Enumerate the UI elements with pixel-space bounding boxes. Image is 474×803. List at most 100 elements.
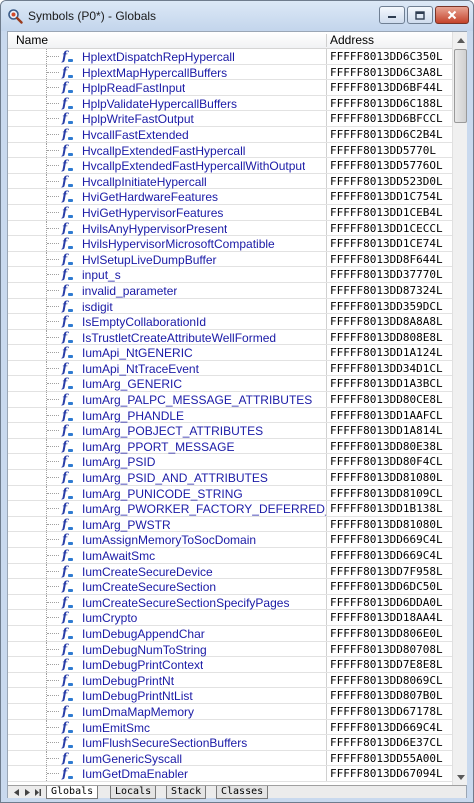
- tab-stack[interactable]: Stack: [166, 786, 207, 799]
- function-icon: f: [62, 282, 74, 297]
- column-divider[interactable]: [326, 34, 327, 47]
- table-row[interactable]: f IumApi_NtGENERIC FFFFF8013DD1A124L: [8, 345, 452, 361]
- tab-scroll-end[interactable]: [33, 787, 43, 798]
- table-row[interactable]: f IumAwaitSmc FFFFF8013DD669C4L: [8, 548, 452, 564]
- close-button[interactable]: [435, 6, 469, 24]
- table-row[interactable]: f IumGetDmaEnabler FFFFF8013DD67094L: [8, 766, 452, 782]
- tree-branch: [47, 539, 59, 541]
- table-row[interactable]: f IumCreateSecureSection FFFFF8013DD6DC50L: [8, 579, 452, 595]
- table-row[interactable]: f IumArg_PSID_AND_ATTRIBUTES FFFFF8013DD81…: [8, 470, 452, 486]
- tab-classes[interactable]: Classes: [216, 786, 269, 799]
- symbol-address: FFFFF8013DD8A8A8L: [330, 315, 443, 329]
- table-row[interactable]: f IumDebugAppendChar FFFFF8013DD806E0L: [8, 625, 452, 642]
- column-divider: [326, 220, 327, 236]
- scroll-up-arrow[interactable]: [453, 32, 468, 48]
- symbol-address: FFFFF8013DD1C754L: [330, 190, 443, 204]
- vertical-scrollbar[interactable]: [452, 32, 467, 785]
- table-row[interactable]: f IumArg_PSID FFFFF8013DD80F4CL: [8, 454, 452, 471]
- function-icon: f: [62, 501, 74, 516]
- tree-branch: [47, 118, 59, 120]
- function-icon: f: [62, 298, 74, 313]
- tree-branch: [47, 461, 59, 463]
- symbol-name: HviGetHardwareFeatures: [82, 190, 219, 205]
- title-bar[interactable]: Symbols (P0*) - Globals: [1, 1, 473, 31]
- table-row[interactable]: f IumArg_PUNICODE_STRING FFFFF8013DD8109CL: [8, 485, 452, 502]
- function-icon: f: [62, 407, 74, 422]
- table-row[interactable]: f IumArg_PHANDLE FFFFF8013DD1AAFCL: [8, 407, 452, 424]
- column-divider: [326, 173, 327, 189]
- symbol-name: IumArg_PWSTR: [82, 517, 171, 532]
- table-row[interactable]: f IumDebugPrintNt FFFFF8013DD8069CL: [8, 672, 452, 689]
- table-row[interactable]: f IumDebugPrintNtList FFFFF8013DD807B0L: [8, 688, 452, 704]
- tab-scroll-left[interactable]: [11, 787, 21, 798]
- table-row[interactable]: f IumFlushSecureSectionBuffers FFFFF8013DD…: [8, 735, 452, 751]
- table-row[interactable]: f HviGetHypervisorFeatures FFFFF8013DD1CEB…: [8, 204, 452, 221]
- table-row[interactable]: f isdigit FFFFF8013DD359DCL: [8, 298, 452, 315]
- table-row[interactable]: f HvilsAnyHypervisorPresent FFFFF8013DD1CE…: [8, 220, 452, 237]
- table-row[interactable]: f IumDebugPrintContext FFFFF8013DD7E8E8L: [8, 657, 452, 673]
- table-row[interactable]: f IumArg_PPORT_MESSAGE FFFFF8013DD80E38L: [8, 438, 452, 455]
- symbol-name: IumCreateSecureSection: [82, 580, 217, 595]
- table-row[interactable]: f IsEmptyCollaborationId FFFFF8013DD8A8A8L: [8, 314, 452, 330]
- table-row[interactable]: f IumDebugNumToString FFFFF8013DD80708L: [8, 641, 452, 658]
- table-row[interactable]: f IumArg_PALPC_MESSAGE_ATTRIBUTES FFFFF801…: [8, 392, 452, 408]
- tree-branch: [47, 289, 59, 291]
- table-row[interactable]: f IumCreateSecureDevice FFFFF8013DD7F958L: [8, 563, 452, 580]
- close-icon: [447, 10, 457, 20]
- table-row[interactable]: f IumArg_GENERIC FFFFF8013DD1A3BCL: [8, 376, 452, 393]
- column-header-address[interactable]: Address: [330, 33, 374, 47]
- tree-branch: [47, 211, 59, 213]
- table-row[interactable]: f IumApi_NtTraceEvent FFFFF8013DD34D1CL: [8, 360, 452, 377]
- tab-globals[interactable]: Globals: [46, 786, 99, 799]
- table-row[interactable]: f IumCrypto FFFFF8013DD18AA4L: [8, 610, 452, 626]
- table-row[interactable]: f HplpValidateHypercallBuffers FFFFF8013DD…: [8, 95, 452, 112]
- symbol-name: IumArg_PALPC_MESSAGE_ATTRIBUTES: [82, 393, 313, 408]
- tab-locals[interactable]: Locals: [110, 786, 157, 799]
- tree-branch: [47, 87, 59, 89]
- table-row[interactable]: f IumCreateSecureSectionSpecifyPages FFFFF…: [8, 594, 452, 611]
- table-row[interactable]: f HvcallpExtendedFastHypercallWithOutput F…: [8, 158, 452, 174]
- function-icon: f: [62, 236, 74, 251]
- function-icon: f: [62, 610, 74, 625]
- table-row[interactable]: f HvcallFastExtended FFFFF8013DD6C2B4L: [8, 126, 452, 143]
- table-row[interactable]: f IumAssignMemoryToSocDomain FFFFF8013DD66…: [8, 532, 452, 548]
- table-row[interactable]: f IumEmitSmc FFFFF8013DD669C4L: [8, 719, 452, 736]
- table-row[interactable]: f IumArg_POBJECT_ATTRIBUTES FFFFF8013DD1A8…: [8, 423, 452, 439]
- column-header-name[interactable]: Name: [16, 33, 48, 47]
- tree-branch: [47, 336, 59, 338]
- table-row[interactable]: f HvlSetupLiveDumpBuffer FFFFF8013DD8F644L: [8, 251, 452, 268]
- table-row[interactable]: f HplpWriteFastOutput FFFFF8013DD6BFCCL: [8, 111, 452, 127]
- table-row[interactable]: f invalid_parameter FFFFF8013DD87324L: [8, 282, 452, 299]
- scroll-thumb[interactable]: [454, 49, 467, 123]
- table-row[interactable]: f HvcallpInitiateHypercall FFFFF8013DD523D…: [8, 173, 452, 190]
- tab-scroll-right[interactable]: [22, 787, 32, 798]
- maximize-button[interactable]: [407, 6, 433, 24]
- tree-branch: [47, 367, 59, 369]
- symbol-name: IumArg_PUNICODE_STRING: [82, 486, 243, 501]
- table-row[interactable]: f IumDmaMapMemory FFFFF8013DD67178L: [8, 703, 452, 720]
- function-icon: f: [62, 516, 74, 531]
- table-row[interactable]: f HplextDispatchRepHypercall FFFFF8013DD6C…: [8, 49, 452, 65]
- table-row[interactable]: f HvilsHypervisorMicrosoftCompatible FFFFF…: [8, 236, 452, 252]
- table-row[interactable]: f HvcallpExtendedFastHypercall FFFFF8013DD…: [8, 142, 452, 159]
- table-row[interactable]: f IumArg_PWSTR FFFFF8013DD81080L: [8, 516, 452, 533]
- function-icon: f: [62, 625, 74, 640]
- symbol-name: HplpReadFastInput: [82, 81, 186, 96]
- column-divider: [326, 111, 327, 126]
- table-row[interactable]: f IumArg_PWORKER_FACTORY_DEFERRED_WORK FFF…: [8, 501, 452, 517]
- tree-branch: [47, 445, 59, 447]
- table-row[interactable]: f IumGenericSyscall FFFFF8013DD55A00L: [8, 750, 452, 767]
- table-row[interactable]: f input_s FFFFF8013DD37770L: [8, 267, 452, 283]
- tree-branch: [47, 165, 59, 167]
- table-row[interactable]: f HplextMapHypercallBuffers FFFFF8013DD6C3…: [8, 64, 452, 81]
- column-divider: [326, 236, 327, 251]
- table-row[interactable]: f IsTrustletCreateAttributeWellFormed FFFF…: [8, 329, 452, 346]
- symbol-address: FFFFF8013DD6DC50L: [330, 580, 443, 594]
- column-divider: [326, 80, 327, 95]
- table-row[interactable]: f HviGetHardwareFeatures FFFFF8013DD1C754L: [8, 189, 452, 205]
- tree-branch: [47, 710, 59, 712]
- table-row[interactable]: f HplpReadFastInput FFFFF8013DD6BF44L: [8, 80, 452, 96]
- symbol-address: FFFFF8013DD1A3BCL: [330, 377, 443, 391]
- minimize-button[interactable]: [379, 6, 405, 24]
- scroll-down-arrow[interactable]: [453, 769, 468, 785]
